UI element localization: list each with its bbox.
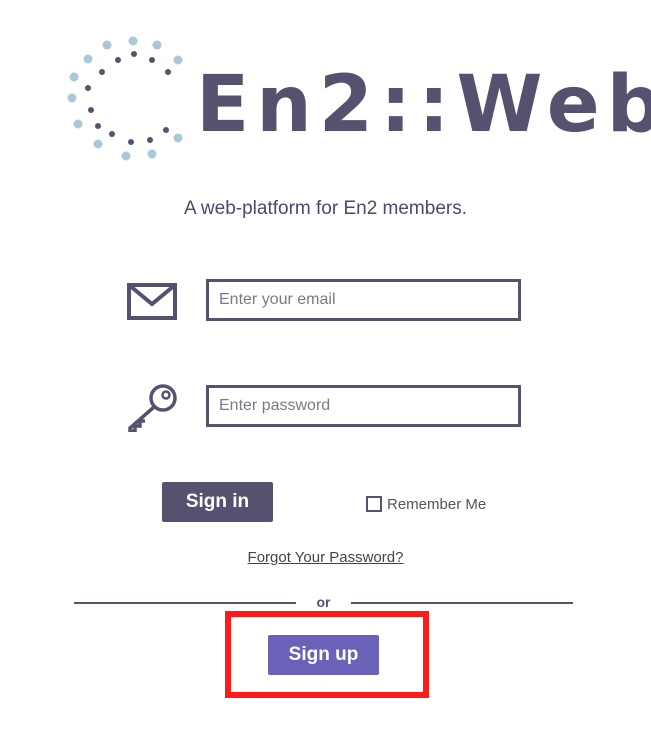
logo-dots-group	[67, 36, 183, 161]
email-input[interactable]	[206, 279, 521, 321]
email-row	[0, 276, 651, 326]
password-row	[0, 382, 651, 432]
key-icon	[128, 384, 177, 432]
remember-me[interactable]: Remember Me	[366, 494, 486, 514]
dotted-circle-logo	[67, 36, 183, 161]
divider-or: or	[316, 594, 331, 610]
sign-in-button[interactable]: Sign in	[162, 482, 273, 522]
divider-line-right	[351, 602, 573, 604]
envelope-icon	[127, 283, 177, 320]
divider-line-left	[74, 602, 296, 604]
highlight-box	[225, 611, 429, 698]
logo: En2::Web	[60, 30, 651, 170]
remember-me-label: Remember Me	[387, 495, 487, 513]
tagline: A web-platform for En2 members.	[184, 198, 467, 219]
forgot-password-label[interactable]: Forgot Your Password?	[248, 549, 404, 566]
logo-text: En2::Web	[196, 60, 651, 150]
remember-me-checkbox[interactable]	[366, 496, 382, 512]
password-input[interactable]	[206, 385, 521, 427]
forgot-password-link[interactable]: Forgot Your Password?	[0, 549, 651, 566]
